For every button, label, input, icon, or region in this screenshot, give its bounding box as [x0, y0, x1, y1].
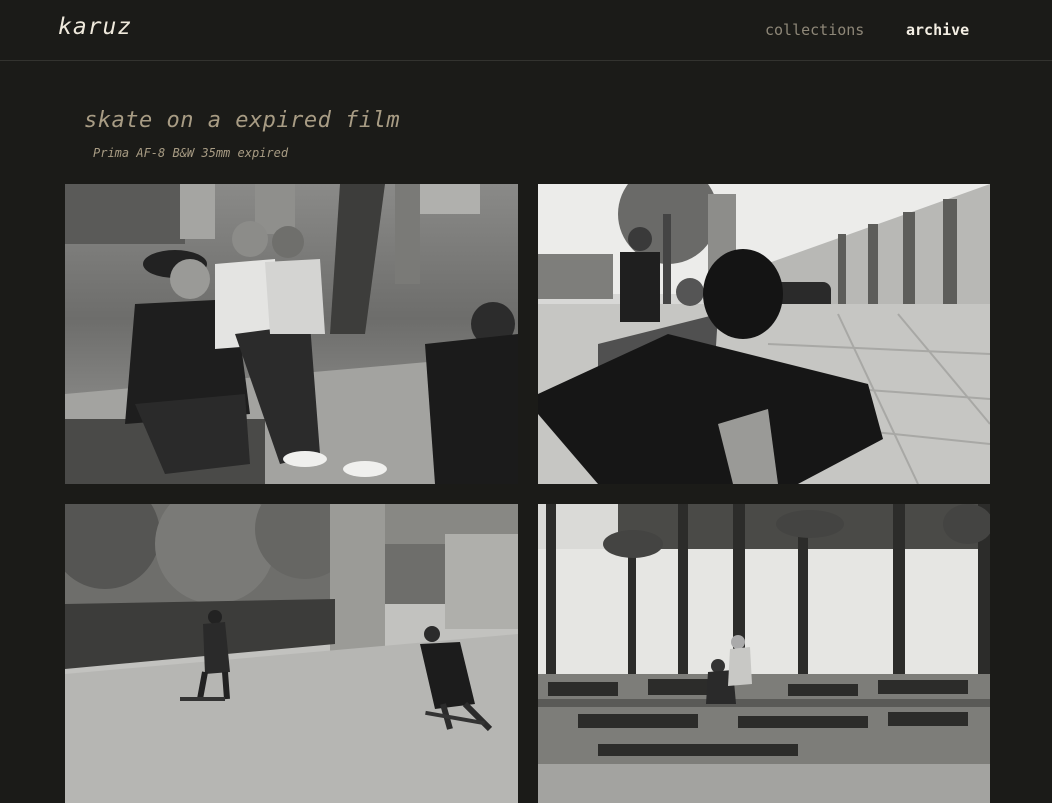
photo-graffiti-wall[interactable]: [538, 504, 990, 803]
photo-group-sitting[interactable]: [65, 184, 518, 484]
photo-skating-park[interactable]: [65, 504, 518, 803]
nav-collections[interactable]: collections: [765, 21, 864, 39]
photo-hooded-plaza[interactable]: [538, 184, 990, 484]
site-logo[interactable]: karuz: [58, 14, 132, 40]
site-header: karuz collections archive: [0, 0, 1052, 61]
gallery-title: skate on a expired film: [84, 108, 401, 133]
nav-archive[interactable]: archive: [906, 21, 969, 39]
gallery-subtitle: Prima AF-8 B&W 35mm expired: [93, 146, 289, 160]
